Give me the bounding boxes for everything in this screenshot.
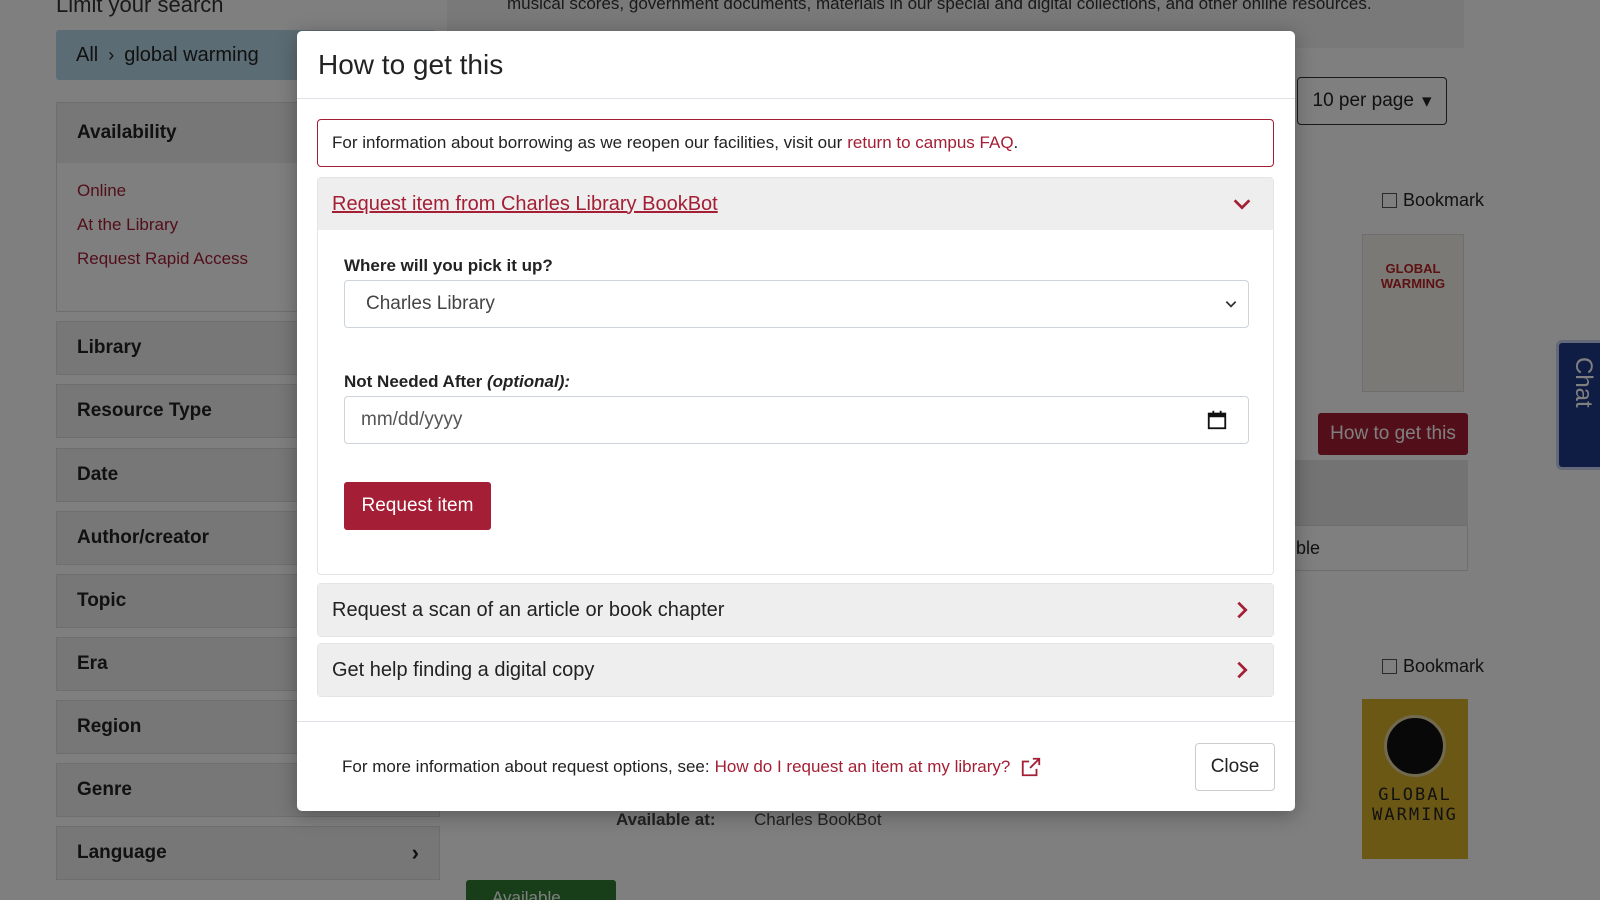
modal-header: How to get this [297,31,1295,99]
chevron-right-icon [1237,601,1248,619]
accordion-header-digital-copy[interactable]: Get help finding a digital copy [318,644,1273,696]
close-button[interactable]: Close [1195,743,1275,791]
how-to-get-this-modal: How to get this For information about bo… [297,31,1295,811]
pickup-location-select[interactable]: Charles Library [344,280,1249,328]
calendar-icon[interactable] [1206,409,1228,431]
borrowing-notice: For information about borrowing as we re… [317,119,1274,167]
accordion-request-scan: Request a scan of an article or book cha… [317,583,1274,637]
accordion-header-request-bookbot[interactable]: Request item from Charles Library BookBo… [318,178,1273,230]
accordion-request-bookbot: Request item from Charles Library BookBo… [317,177,1274,575]
return-to-campus-faq-link[interactable]: return to campus FAQ [847,133,1013,153]
chevron-down-icon [1233,199,1251,210]
accordion-digital-copy: Get help finding a digital copy [317,643,1274,697]
request-help-link[interactable]: How do I request an item at my library? [715,757,1011,777]
chevron-down-icon [1225,301,1237,308]
not-needed-after-label: Not Needed After (optional): [344,372,571,391]
not-needed-after-date-input[interactable]: mm/dd/yyyy [344,396,1249,444]
request-item-button[interactable]: Request item [344,482,491,530]
modal-title: How to get this [318,48,504,80]
chevron-right-icon [1237,661,1248,679]
pickup-label: Where will you pick it up? [344,256,553,275]
modal-footer: For more information about request optio… [297,721,1295,811]
external-link-icon[interactable] [1020,756,1042,778]
accordion-header-request-scan[interactable]: Request a scan of an article or book cha… [318,584,1273,636]
